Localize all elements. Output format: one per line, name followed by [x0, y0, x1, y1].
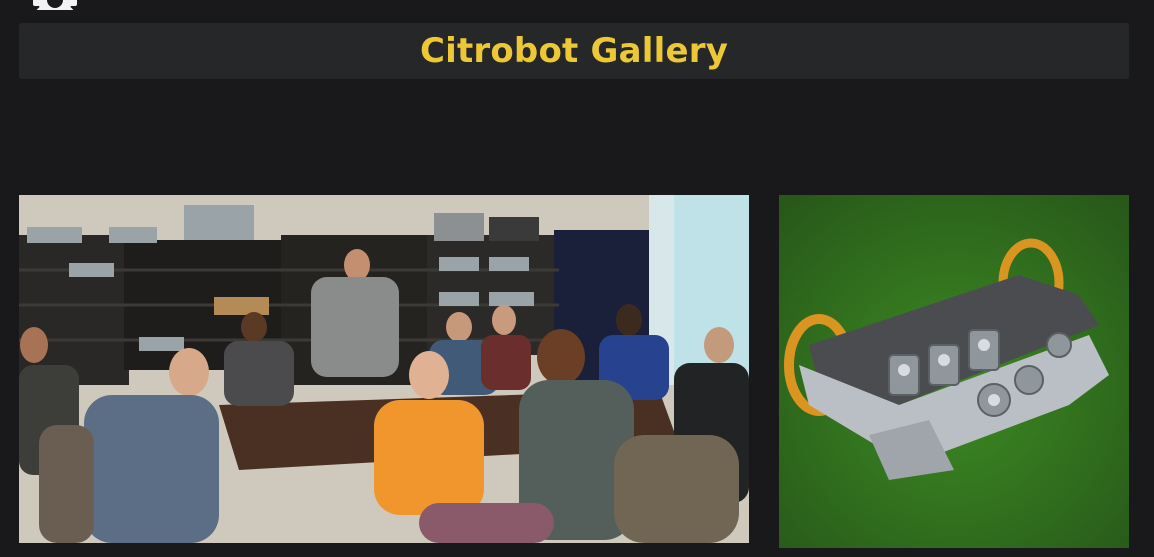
robot-render[interactable]: [779, 195, 1129, 548]
gallery-header: Citrobot Gallery: [19, 23, 1129, 79]
page-title: Citrobot Gallery: [419, 31, 729, 71]
gear-icon[interactable]: [26, 0, 84, 10]
team-photo[interactable]: [19, 195, 749, 543]
gallery-page: Citrobot Gallery: [0, 0, 1154, 557]
